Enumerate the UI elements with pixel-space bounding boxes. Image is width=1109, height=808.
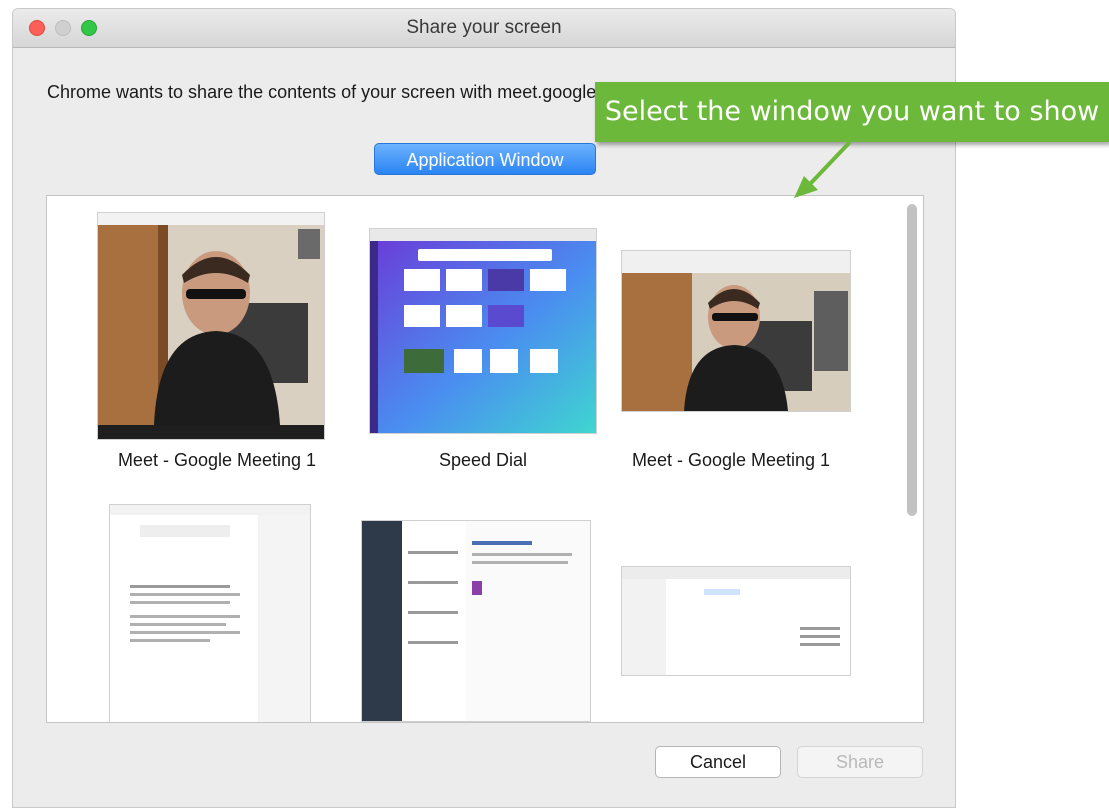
title-bar: Share your screen [13, 9, 955, 48]
window-thumbnail [621, 566, 851, 676]
window-option-document[interactable] [87, 504, 347, 722]
meet-video-thumbnail-image [98, 213, 324, 439]
instruction-callout: Select the window you want to show [595, 82, 1109, 142]
email-client-thumbnail-image [362, 521, 590, 721]
window-option-email-client[interactable] [353, 504, 613, 722]
window-thumbnail [621, 250, 851, 412]
speed-dial-thumbnail-image [370, 229, 596, 433]
page: Share your screen Chrome wants to share … [0, 0, 1109, 808]
window-option-meet-1-browser[interactable]: Meet - Google Meeting 1 [619, 212, 879, 472]
window-thumbnail-grid: Meet - Google Meeting 1 Speed Dial Meet … [46, 195, 924, 723]
callout-arrow-icon [794, 140, 852, 198]
window-thumbnail [369, 228, 597, 434]
window-option-file-manager[interactable] [619, 504, 879, 722]
file-manager-thumbnail-image [622, 567, 850, 675]
tab-application-window[interactable]: Application Window [374, 143, 596, 175]
thumbnail-label: Meet - Google Meeting 1 [631, 450, 831, 470]
window-thumbnail [97, 212, 325, 440]
document-thumbnail-image [110, 505, 310, 722]
meet-browser-thumbnail-image [622, 251, 850, 411]
thumbnail-label: Meet - Google Meeting 1 [117, 450, 317, 470]
window-option-speed-dial[interactable]: Speed Dial [353, 212, 613, 472]
share-button[interactable]: Share [797, 746, 923, 778]
grid-scrollbar[interactable] [907, 204, 917, 516]
window-thumbnail [361, 520, 591, 722]
thumbnail-label: Speed Dial [438, 450, 528, 470]
dialog-title: Share your screen [406, 17, 562, 38]
cancel-button[interactable]: Cancel [655, 746, 781, 778]
window-option-meet-1[interactable]: Meet - Google Meeting 1 [87, 212, 347, 472]
window-thumbnail [109, 504, 311, 722]
